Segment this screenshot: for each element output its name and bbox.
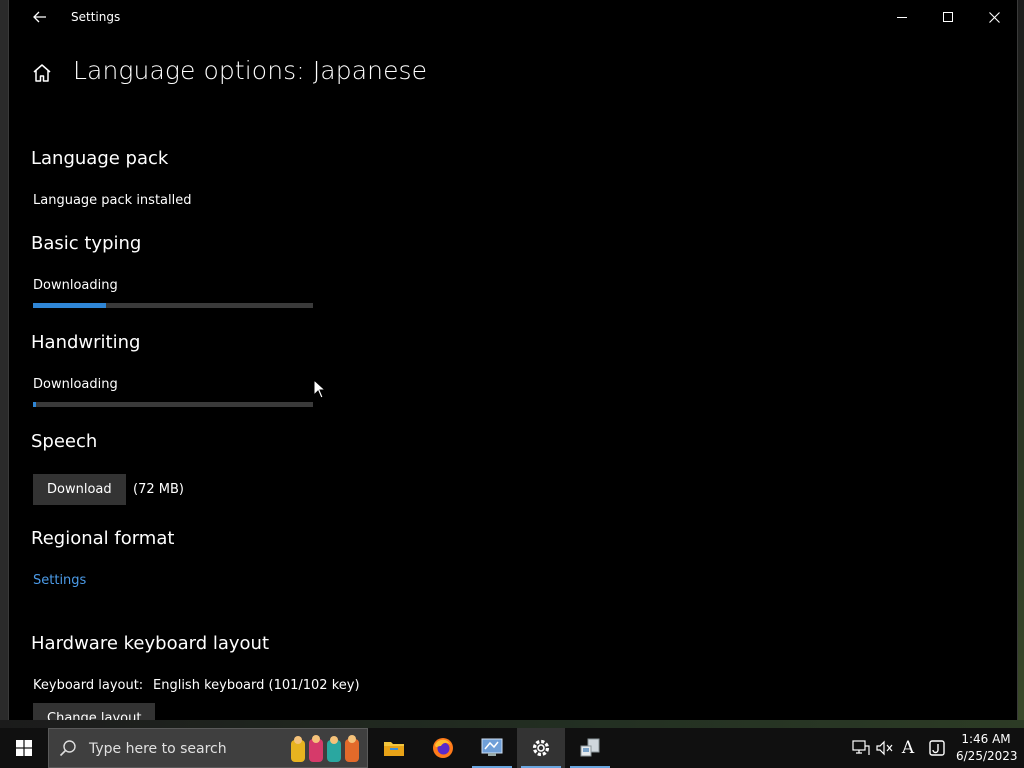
clock-date: 6/25/2023	[956, 749, 1018, 763]
network-icon	[852, 740, 870, 755]
volume-muted-icon	[876, 740, 893, 756]
basic-typing-status: Downloading	[33, 278, 118, 293]
handwriting-progress-fill	[33, 402, 36, 407]
handwriting-heading: Handwriting	[31, 332, 141, 353]
tray-volume[interactable]	[875, 738, 895, 758]
taskbar-firefox[interactable]	[419, 728, 467, 768]
mouse-cursor-icon	[313, 379, 325, 399]
settings-icon	[532, 739, 550, 757]
regional-format-heading: Regional format	[31, 528, 175, 549]
clock-time: 1:46 AM	[961, 732, 1011, 746]
desktop-background-bottom	[0, 720, 1024, 728]
speech-heading: Speech	[31, 431, 98, 452]
regional-format-settings-link[interactable]: Settings	[33, 573, 86, 588]
file-explorer-icon	[384, 742, 404, 756]
minimize-icon	[897, 17, 907, 18]
basic-typing-progress-fill	[33, 303, 106, 308]
taskbar-clock[interactable]: 1:46 AM 6/25/2023	[956, 731, 1018, 765]
home-button[interactable]	[31, 62, 55, 86]
desktop-background-left	[0, 0, 8, 728]
search-highlight-illustration-icon	[291, 735, 359, 762]
page-title: Language options: Japanese	[73, 56, 428, 85]
tray-ime-mode[interactable]	[927, 738, 947, 758]
close-button[interactable]	[971, 0, 1017, 34]
maximize-icon	[943, 12, 953, 22]
firefox-icon	[433, 738, 453, 758]
handwriting-status: Downloading	[33, 377, 118, 392]
back-button[interactable]	[17, 2, 63, 32]
handwriting-progress-bar	[33, 402, 313, 407]
taskbar-control-panel[interactable]	[468, 728, 516, 768]
taskbar: Type here to search A 1:46 AM 6/25/2023	[0, 728, 1024, 768]
windows-logo-icon	[16, 740, 32, 756]
language-pack-status: Language pack installed	[33, 193, 192, 208]
keyboard-layout-label: Keyboard layout:	[33, 678, 144, 693]
taskbar-settings[interactable]	[517, 728, 565, 768]
speech-download-size: (72 MB)	[133, 482, 184, 497]
tray-ime-indicator[interactable]: A	[899, 738, 917, 758]
search-icon	[59, 740, 76, 757]
ime-mode-icon	[929, 740, 945, 756]
network-app-icon	[580, 738, 600, 757]
taskbar-network-app[interactable]	[566, 728, 614, 768]
control-panel-icon	[481, 738, 503, 756]
minimize-button[interactable]	[879, 0, 925, 34]
hardware-keyboard-heading: Hardware keyboard layout	[31, 633, 269, 654]
change-layout-button[interactable]: Change layout	[33, 703, 156, 720]
settings-window: Settings Language options: Japanese Lang…	[8, 0, 1018, 720]
basic-typing-heading: Basic typing	[31, 233, 142, 254]
tray-network[interactable]	[851, 738, 871, 758]
close-icon	[988, 11, 1000, 23]
search-placeholder: Type here to search	[89, 741, 227, 757]
speech-download-button[interactable]: Download	[33, 474, 126, 505]
taskbar-search-box[interactable]: Type here to search	[48, 728, 368, 768]
maximize-button[interactable]	[925, 0, 971, 34]
back-arrow-icon	[33, 11, 46, 23]
basic-typing-progress-bar	[33, 303, 313, 308]
language-pack-heading: Language pack	[31, 148, 169, 169]
start-button[interactable]	[0, 728, 48, 768]
keyboard-layout-value: English keyboard (101/102 key)	[153, 678, 360, 693]
window-title: Settings	[71, 10, 121, 24]
title-bar: Settings	[9, 0, 1017, 34]
taskbar-file-explorer[interactable]	[370, 728, 418, 768]
home-icon	[33, 64, 51, 82]
